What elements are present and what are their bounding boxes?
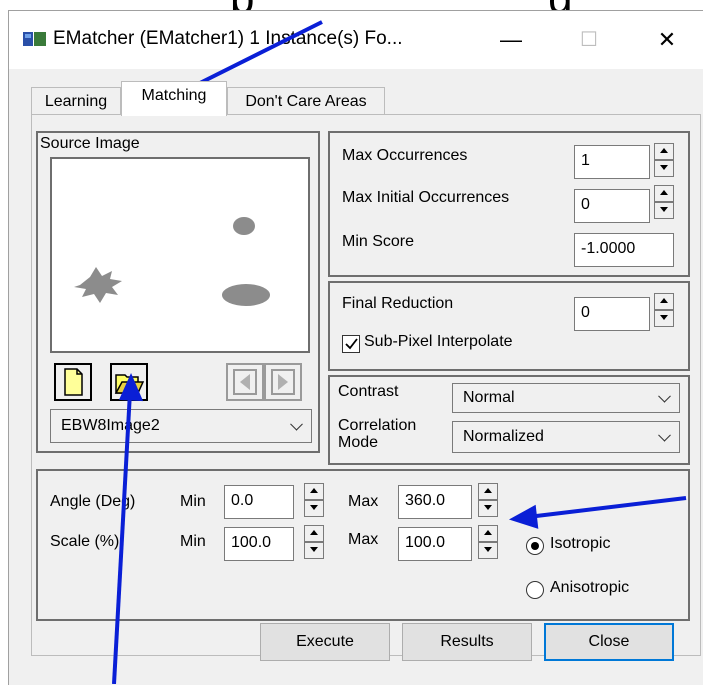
angle-min-field[interactable]: 0.0 (224, 485, 294, 519)
spin-down-icon[interactable] (654, 160, 674, 177)
ematcher-window: EMatcher (EMatcher1) 1 Instance(s) Fo...… (8, 10, 703, 685)
tab-strip: Learning Matching Don't Care Areas (9, 73, 703, 116)
max-occurrences-field[interactable]: 1 (574, 145, 650, 179)
source-image-label: Source Image (40, 135, 140, 152)
image-select[interactable]: EBW8Image2 (50, 409, 312, 443)
app-icon (23, 32, 46, 46)
tab-matching[interactable]: Matching (121, 81, 227, 116)
spin-down-icon[interactable] (304, 500, 324, 517)
scale-max-label: Max (348, 531, 379, 548)
execute-button[interactable]: Execute (260, 623, 390, 661)
window-title: EMatcher (EMatcher1) 1 Instance(s) Fo... (53, 28, 403, 49)
angle-label: Angle (Deg) (50, 493, 136, 510)
minimize-button[interactable]: — (491, 23, 531, 57)
open-image-button[interactable] (110, 363, 148, 401)
contrast-group: Contrast Normal Correlation Mode Normali… (328, 375, 690, 465)
image-select-value: EBW8Image2 (61, 417, 160, 434)
angle-min-label: Min (180, 493, 206, 510)
min-score-field[interactable]: -1.0000 (574, 233, 674, 267)
final-reduction-label: Final Reduction (342, 295, 454, 312)
source-image-preview (50, 157, 310, 353)
close-window-button[interactable]: ✕ (647, 23, 687, 57)
final-reduction-stepper[interactable] (654, 293, 674, 327)
correlation-label-line2: Mode (338, 434, 379, 451)
angle-min-stepper[interactable] (304, 483, 324, 517)
max-occurrences-stepper[interactable] (654, 143, 674, 177)
occurrence-settings-group: Max Occurrences 1 Max Initial Occurrence… (328, 131, 690, 277)
close-button[interactable]: Close (544, 623, 674, 661)
spin-up-icon[interactable] (304, 525, 324, 542)
scale-max-stepper[interactable] (478, 525, 498, 559)
isotropic-radio[interactable] (526, 537, 544, 555)
correlation-mode-value: Normalized (463, 428, 544, 445)
contrast-select[interactable]: Normal (452, 383, 680, 413)
source-image-group: Source Image EBW8Image2 (36, 131, 320, 453)
new-image-button[interactable] (54, 363, 92, 401)
next-image-button[interactable] (264, 363, 302, 401)
tab-dont-care-areas[interactable]: Don't Care Areas (227, 87, 385, 116)
chevron-down-icon (658, 389, 671, 403)
maximize-button[interactable]: ☐ (569, 23, 609, 57)
anisotropic-radio[interactable] (526, 581, 544, 599)
max-initial-occurrences-label: Max Initial Occurrences (342, 189, 510, 206)
angle-scale-group: Angle (Deg) Min 0.0 Max 360.0 Scale (%) … (36, 469, 690, 621)
spin-down-icon[interactable] (478, 542, 498, 559)
angle-max-label: Max (348, 493, 379, 510)
previous-image-button[interactable] (226, 363, 264, 401)
correlation-mode-select[interactable]: Normalized (452, 421, 680, 453)
chevron-down-icon (290, 417, 303, 431)
scale-max-field[interactable]: 100.0 (398, 527, 472, 561)
subpixel-checkbox[interactable] (342, 335, 360, 353)
spin-down-icon[interactable] (654, 310, 674, 327)
max-occurrences-label: Max Occurrences (342, 147, 468, 164)
blob-shapes (74, 217, 270, 306)
results-button[interactable]: Results (402, 623, 532, 661)
scale-min-field[interactable]: 100.0 (224, 527, 294, 561)
spin-down-icon[interactable] (304, 542, 324, 559)
isotropic-label: Isotropic (550, 535, 611, 552)
reduction-group: Final Reduction 0 Sub-Pixel Interpolate (328, 281, 690, 371)
spin-up-icon[interactable] (654, 293, 674, 310)
checkmark-icon (345, 338, 358, 350)
spin-up-icon[interactable] (654, 185, 674, 202)
tab-learning[interactable]: Learning (31, 87, 121, 116)
scale-label: Scale (%) (50, 533, 120, 550)
angle-max-stepper[interactable] (478, 483, 498, 517)
next-arrow-icon (271, 369, 295, 395)
scale-min-label: Min (180, 533, 206, 550)
spin-down-icon[interactable] (654, 202, 674, 219)
matching-tab-page: Source Image EBW8Image2 Max Occurrences … (31, 114, 701, 661)
spin-up-icon[interactable] (654, 143, 674, 160)
correlation-label-line1: Correlation (338, 417, 417, 434)
previous-arrow-icon (233, 369, 257, 395)
spin-up-icon[interactable] (304, 483, 324, 500)
final-reduction-field[interactable]: 0 (574, 297, 650, 331)
max-initial-occurrences-stepper[interactable] (654, 185, 674, 219)
min-score-label: Min Score (342, 233, 415, 250)
correlation-mode-label: Correlation Mode (338, 417, 416, 451)
spin-up-icon[interactable] (478, 525, 498, 542)
folder-open-icon (114, 374, 145, 394)
contrast-label: Contrast (338, 383, 399, 400)
subpixel-label: Sub-Pixel Interpolate (364, 333, 513, 350)
spin-up-icon[interactable] (478, 483, 498, 500)
max-initial-occurrences-field[interactable]: 0 (574, 189, 650, 223)
spin-down-icon[interactable] (478, 500, 498, 517)
angle-max-field[interactable]: 360.0 (398, 485, 472, 519)
scale-min-stepper[interactable] (304, 525, 324, 559)
new-file-icon (64, 368, 83, 396)
anisotropic-label: Anisotropic (550, 579, 630, 596)
chevron-down-icon (658, 428, 671, 442)
contrast-select-value: Normal (463, 389, 515, 406)
title-bar: EMatcher (EMatcher1) 1 Instance(s) Fo...… (9, 11, 703, 69)
